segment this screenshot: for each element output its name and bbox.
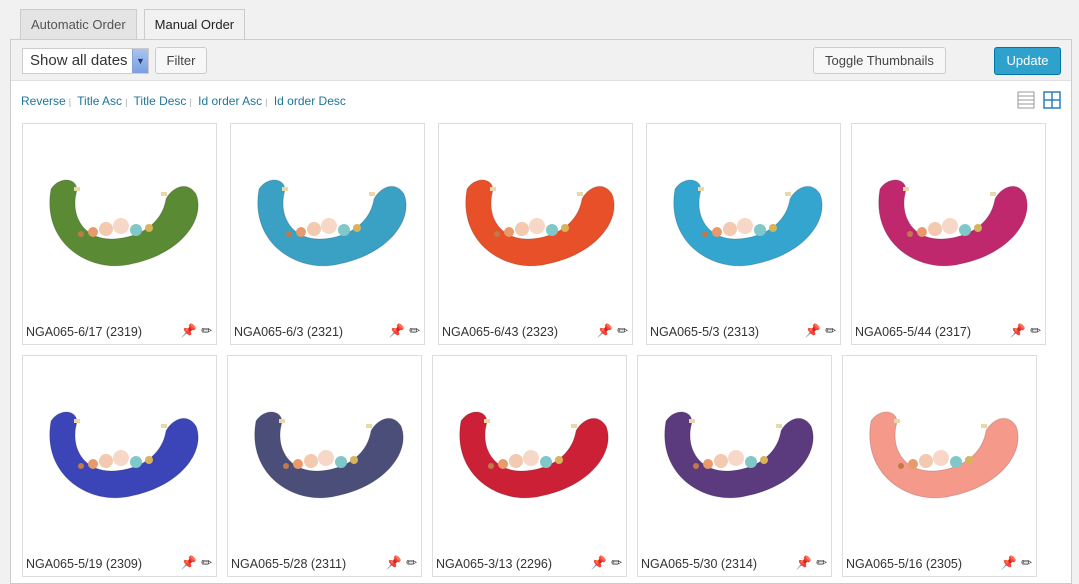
necklace-image (465, 179, 615, 267)
thumbnail-caption: NGA065-3/13 (2296) (436, 557, 553, 571)
pin-icon[interactable]: 📌 (1010, 323, 1026, 339)
pin-icon[interactable]: 📌 (181, 323, 197, 339)
necklace-image (664, 411, 814, 499)
order-tabs: Automatic Order Manual Order (20, 9, 246, 41)
pin-icon[interactable]: 📌 (796, 555, 812, 571)
sort-id-desc-link[interactable]: Id order Desc (274, 94, 346, 108)
list-view-icon[interactable] (1017, 91, 1035, 109)
pin-icon[interactable]: 📌 (389, 323, 405, 339)
pin-icon[interactable]: 📌 (805, 323, 821, 339)
edit-pencil-icon[interactable]: ✏ (1030, 323, 1041, 339)
edit-pencil-icon[interactable]: ✏ (409, 323, 420, 339)
filter-button[interactable]: Filter (155, 47, 207, 74)
sort-links: Reverse | Title Asc | Title Desc | Id order… (21, 94, 346, 108)
thumbnail-card[interactable]: NGA065-5/19 (2309) 📌 ✏ (22, 355, 217, 577)
thumbnail-caption: NGA065-5/19 (2309) (26, 557, 143, 571)
thumbnail-card[interactable]: NGA065-5/30 (2314) 📌 ✏ (637, 355, 832, 577)
necklace-image (869, 411, 1019, 499)
thumbnail-card[interactable]: NGA065-5/44 (2317) 📌 ✏ (851, 123, 1046, 345)
thumbnail-card[interactable]: NGA065-5/16 (2305) 📌 ✏ (842, 355, 1037, 577)
sort-title-desc-link[interactable]: Title Desc (134, 94, 187, 108)
toggle-thumbnails-button[interactable]: Toggle Thumbnails (813, 47, 946, 74)
thumbnail-caption: NGA065-5/30 (2314) (641, 557, 758, 571)
thumbnail-card[interactable]: NGA065-5/3 (2313) 📌 ✏ (646, 123, 841, 345)
update-button[interactable]: Update (994, 47, 1061, 75)
necklace-image (878, 179, 1028, 267)
thumbnail-card[interactable]: NGA065-3/13 (2296) 📌 ✏ (432, 355, 627, 577)
view-toggle (1017, 91, 1061, 109)
edit-pencil-icon[interactable]: ✏ (617, 323, 628, 339)
edit-pencil-icon[interactable]: ✏ (201, 555, 212, 571)
thumbnail-card[interactable]: NGA065-6/3 (2321) 📌 ✏ (230, 123, 425, 345)
edit-pencil-icon[interactable]: ✏ (201, 323, 212, 339)
thumbnail-caption: NGA065-5/28 (2311) (231, 557, 347, 571)
thumbnail-caption: NGA065-6/17 (2319) (26, 325, 143, 339)
edit-pencil-icon[interactable]: ✏ (406, 555, 417, 571)
date-select[interactable]: Show all dates ▼ (22, 48, 149, 74)
sort-id-asc-link[interactable]: Id order Asc (198, 94, 262, 108)
thumbnail-caption: NGA065-5/44 (2317) (855, 325, 972, 339)
pin-icon[interactable]: 📌 (181, 555, 197, 571)
thumbnail-caption: NGA065-5/16 (2305) (846, 557, 963, 571)
pin-icon[interactable]: 📌 (597, 323, 613, 339)
gallery-panel: Show all dates ▼ Filter Toggle Thumbnail… (10, 39, 1072, 584)
thumbnail-card[interactable]: NGA065-6/17 (2319) 📌 ✏ (22, 123, 217, 345)
tab-automatic-order[interactable]: Automatic Order (20, 9, 137, 40)
sort-reverse-link[interactable]: Reverse (21, 94, 66, 108)
thumbnail-caption: NGA065-5/3 (2313) (650, 325, 760, 339)
necklace-image (49, 179, 199, 267)
edit-pencil-icon[interactable]: ✏ (825, 323, 836, 339)
grid-view-icon[interactable] (1043, 91, 1061, 109)
necklace-image (459, 411, 609, 499)
edit-pencil-icon[interactable]: ✏ (611, 555, 622, 571)
pin-icon[interactable]: 📌 (1001, 555, 1017, 571)
necklace-image (254, 411, 404, 499)
edit-pencil-icon[interactable]: ✏ (1021, 555, 1032, 571)
thumbnail-card[interactable]: NGA065-5/28 (2311) 📌 ✏ (227, 355, 422, 577)
thumbnail-caption: NGA065-6/3 (2321) (234, 325, 344, 339)
edit-pencil-icon[interactable]: ✏ (816, 555, 827, 571)
necklace-image (673, 179, 823, 267)
sort-title-asc-link[interactable]: Title Asc (77, 94, 122, 108)
necklace-image (49, 411, 199, 499)
pin-icon[interactable]: 📌 (591, 555, 607, 571)
toolbar: Show all dates ▼ Filter Toggle Thumbnail… (11, 40, 1071, 81)
pin-icon[interactable]: 📌 (386, 555, 402, 571)
necklace-image (257, 179, 407, 267)
chevron-down-icon: ▼ (132, 49, 148, 73)
date-select-label: Show all dates (30, 52, 128, 69)
thumbnail-caption: NGA065-6/43 (2323) (442, 325, 559, 339)
thumbnail-card[interactable]: NGA065-6/43 (2323) 📌 ✏ (438, 123, 633, 345)
tab-manual-order[interactable]: Manual Order (143, 9, 246, 41)
